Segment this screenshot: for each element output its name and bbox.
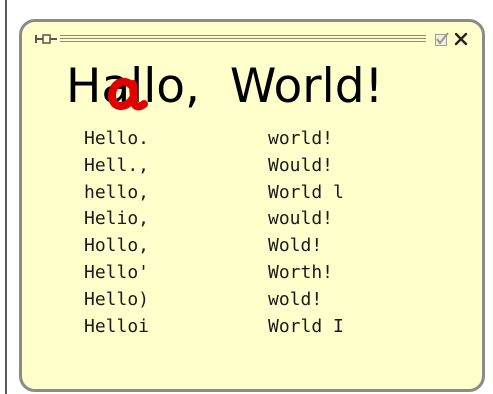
- suggestion-first-word[interactable]: Hello): [84, 287, 149, 313]
- suggestion-row[interactable]: Hello. world!: [84, 126, 424, 153]
- panel-titlebar[interactable]: [34, 31, 468, 47]
- suggestion-first-word[interactable]: Hollo,: [84, 233, 149, 259]
- suggestion-row[interactable]: hello, World l: [84, 180, 424, 207]
- checkbox-check-icon[interactable]: [434, 31, 450, 47]
- drag-grip[interactable]: [60, 35, 426, 43]
- suggestion-first-word[interactable]: Hell.,: [84, 153, 149, 179]
- suggestion-row[interactable]: Hello' Worth!: [84, 260, 424, 287]
- suggestion-second-word[interactable]: Wold!: [268, 233, 322, 259]
- suggestion-row[interactable]: Helio, would!: [84, 206, 424, 233]
- suggestion-row[interactable]: Hollo, Wold!: [84, 233, 424, 260]
- suggestion-second-word[interactable]: Would!: [268, 153, 333, 179]
- recognized-text-area[interactable]: Hallo, World!: [66, 58, 446, 116]
- screen: Hallo, World! Hello. world! Hell., Would…: [0, 0, 493, 394]
- suggestion-second-word[interactable]: Worth!: [268, 260, 333, 286]
- suggestion-second-word[interactable]: World I: [268, 314, 344, 340]
- close-icon[interactable]: [454, 31, 468, 47]
- suggestion-first-word[interactable]: Helloi: [84, 314, 149, 340]
- suggestion-row[interactable]: Hell., Would!: [84, 153, 424, 180]
- suggestion-row[interactable]: Hello) wold!: [84, 287, 424, 314]
- suggestion-second-word[interactable]: would!: [268, 206, 333, 232]
- suggestion-first-word[interactable]: Hello': [84, 260, 149, 286]
- handwriting-correction-panel: Hallo, World! Hello. world! Hell., Would…: [19, 19, 485, 392]
- suggestion-second-word[interactable]: World l: [268, 180, 344, 206]
- suggestion-list: Hello. world! Hell., Would! hello, World…: [84, 126, 424, 366]
- suggestion-row[interactable]: Helloi World I: [84, 314, 424, 341]
- suggestion-second-word[interactable]: world!: [268, 126, 333, 152]
- recognized-text: Hallo, World!: [66, 59, 384, 114]
- pin-icon[interactable]: [34, 31, 58, 47]
- suggestion-first-word[interactable]: hello,: [84, 180, 149, 206]
- left-window-edge: [5, 0, 7, 394]
- suggestion-second-word[interactable]: wold!: [268, 287, 322, 313]
- suggestion-first-word[interactable]: Helio,: [84, 206, 149, 232]
- suggestion-first-word[interactable]: Hello.: [84, 126, 149, 152]
